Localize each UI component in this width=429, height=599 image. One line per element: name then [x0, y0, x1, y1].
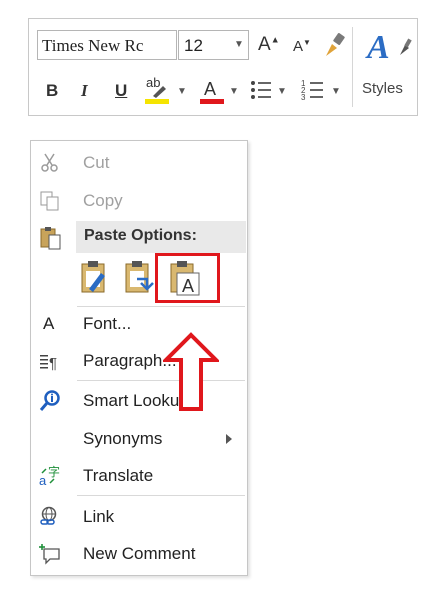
chevron-down-icon[interactable]: ▼ [277, 86, 287, 97]
copy-icon [40, 191, 59, 211]
font-color-swatch [200, 99, 224, 104]
keep-source-formatting-icon[interactable] [79, 259, 111, 295]
svg-text:¶: ¶ [49, 355, 57, 372]
new-comment-icon [39, 544, 60, 565]
translate-icon: a 字 [39, 465, 60, 487]
grow-font-label: A [258, 34, 271, 55]
italic-button[interactable]: I [81, 81, 88, 101]
font-color-button[interactable]: A [199, 75, 225, 107]
menu-item-label: Synonyms [83, 429, 163, 448]
submenu-arrow-icon [226, 434, 232, 444]
underline-button[interactable]: U [115, 81, 127, 101]
font-color-icon: A [204, 79, 217, 99]
menu-item-label: Cut [83, 153, 110, 172]
chevron-down-icon[interactable]: ▼ [331, 86, 341, 97]
mini-toolbar: Times New Rc 12 ▼ A▲ A▼ A Styles B I U a… [28, 18, 418, 116]
menu-item-label: Font... [83, 314, 132, 333]
styles-glyph: A [367, 29, 390, 66]
grow-font-button[interactable]: A▲ [258, 34, 280, 56]
font-name-combobox[interactable]: Times New Rc [37, 30, 177, 60]
font-icon: A [43, 314, 55, 333]
link-icon [40, 506, 57, 525]
menu-separator [77, 306, 245, 307]
font-size-combobox[interactable]: 12 ▼ [178, 30, 249, 60]
font-size-value: 12 [184, 36, 203, 55]
menu-separator [77, 380, 245, 381]
font-name-value: Times New Rc [42, 36, 144, 55]
highlight-box [155, 253, 220, 303]
bold-button[interactable]: B [46, 81, 58, 101]
shrink-font-button[interactable]: A▼ [293, 38, 311, 55]
menu-item-cut[interactable]: Cut [31, 147, 247, 179]
red-up-arrow-icon [163, 332, 219, 411]
styles-button[interactable]: Styles [362, 80, 403, 97]
svg-text:a: a [39, 473, 47, 487]
menu-item-new-comment[interactable]: New Comment [31, 538, 247, 570]
svg-text:3: 3 [301, 93, 306, 102]
clipboard-icon [40, 227, 61, 250]
chevron-down-icon[interactable]: ▼ [234, 39, 244, 50]
menu-item-translate[interactable]: a 字 Translate [31, 460, 247, 492]
svg-text:字: 字 [48, 465, 60, 479]
chevron-down-icon[interactable]: ▼ [229, 86, 239, 97]
menu-item-label: Translate [83, 466, 154, 485]
paste-options-header: Paste Options: [76, 221, 246, 253]
merge-formatting-icon[interactable] [123, 259, 157, 295]
highlight-color-swatch [145, 99, 169, 104]
bullets-icon[interactable] [249, 78, 273, 102]
shrink-font-label: A [293, 38, 304, 55]
highlight-button[interactable]: ab [143, 75, 173, 107]
numbering-icon[interactable]: 1 2 3 [301, 78, 325, 102]
toolbar-separator [352, 27, 353, 107]
menu-item-label: Link [83, 507, 115, 526]
paste-options-label: Paste Options: [84, 227, 197, 244]
menu-separator [77, 495, 245, 496]
styles-brush-icon [400, 38, 412, 55]
menu-item-label: Copy [83, 191, 123, 210]
format-painter-icon[interactable] [322, 32, 348, 58]
menu-item-copy[interactable]: Copy [31, 185, 247, 217]
styles-icon[interactable]: A [367, 29, 390, 67]
paragraph-icon: ¶ [40, 355, 57, 372]
magnifier-icon [39, 390, 60, 411]
highlight-pen-icon [153, 86, 166, 98]
menu-item-link[interactable]: Link [31, 501, 247, 533]
menu-item-synonyms[interactable]: Synonyms [31, 423, 247, 455]
chevron-down-icon[interactable]: ▼ [177, 86, 187, 97]
scissors-icon [41, 153, 58, 172]
menu-item-label: New Comment [83, 544, 196, 563]
